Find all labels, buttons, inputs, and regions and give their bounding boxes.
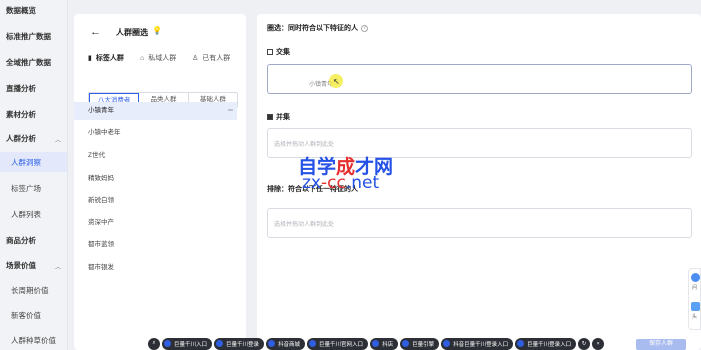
refresh-icon[interactable]: ↻ — [578, 337, 591, 350]
crowd-type-tabs: ▮ 标签人群 ⌂ 私域人群 ♙ 已有人群 — [88, 53, 238, 65]
nav-item-crowd-analysis[interactable]: 人群分析 — [6, 133, 36, 145]
nav-item-long-cycle-value[interactable]: 长周期价值 — [11, 285, 49, 297]
list-item[interactable]: 小镇青年 ═ — [74, 102, 237, 120]
search-icon[interactable]: ⌕ — [148, 337, 160, 350]
list-item[interactable]: 小镇中老年 — [74, 124, 237, 142]
watermark-line-2: zx-cc.net — [302, 173, 380, 193]
list-item[interactable]: 精致妈妈 — [74, 170, 237, 188]
nav-item-tag-plaza[interactable]: 标签广场 — [11, 183, 41, 195]
taskbar-item[interactable]: 抖音巨量千川登录入口 — [441, 337, 514, 350]
save-crowd-button[interactable]: 保存人群 — [636, 339, 686, 350]
left-nav: 数据概览 标准推广数据 全域推广数据 直播分析 素材分析 人群分析 ︿ 人群洞察… — [0, 0, 68, 350]
crowd-selection-panel: ← 人群圈选 💡 ▮ 标签人群 ⌂ 私域人群 ♙ 已有人群 八大消费者 品类人群 基础… — [74, 14, 246, 350]
exclude-placeholder: 选择并拖动人群到此处 — [274, 222, 335, 228]
list-item[interactable]: Z世代 — [74, 147, 237, 165]
nav-item-data-overview[interactable]: 数据概览 — [6, 5, 36, 17]
intersection-icon — [267, 49, 273, 56]
close-icon[interactable]: × — [592, 337, 605, 350]
assistant-label: 问 — [692, 285, 698, 291]
union-label: 并集 — [267, 112, 290, 122]
nav-item-seeding-value[interactable]: 人群种草价值 — [11, 335, 56, 347]
user-icon: ♙ — [192, 55, 199, 62]
intersection-drop-zone[interactable]: 小镇青年 ↖ — [267, 64, 692, 94]
back-arrow-icon[interactable]: ← — [90, 26, 101, 38]
panel-title: 人群圈选 — [116, 28, 148, 37]
list-item[interactable]: 新锐白领 — [74, 192, 237, 210]
nav-item-product-analysis[interactable]: 商品分析 — [6, 235, 36, 247]
app-icon — [309, 340, 317, 347]
nav-item-new-customer-value[interactable]: 新客价值 — [11, 310, 41, 322]
nav-item-scene-value[interactable]: 场景价值 — [6, 260, 36, 272]
app-icon — [443, 340, 451, 347]
builder-header: 圈选：同时符合以下特征的人? — [267, 24, 368, 32]
taskbar-item[interactable]: 巨量千川登录入口 — [515, 337, 577, 350]
app-icon — [402, 340, 410, 347]
assistant-icon[interactable] — [691, 273, 700, 282]
chevron-up-icon[interactable]: ︿ — [55, 135, 61, 144]
bookmark-taskbar: ⌕ 巨量千川入口 巨量千川登录 抖音商城 巨量千川官网入口 抖店 巨量引擎 抖音… — [148, 337, 605, 350]
app-icon — [216, 340, 224, 347]
nav-item-live-analysis[interactable]: 直播分析 — [6, 83, 36, 95]
taskbar-item[interactable]: 抖店 — [370, 337, 399, 350]
nav-item-material-analysis[interactable]: 素材分析 — [6, 109, 36, 121]
nav-item-standard-promo[interactable]: 标准推广数据 — [6, 31, 51, 43]
list-item[interactable]: 都市蓝领 — [74, 236, 237, 254]
home-icon: ⌂ — [140, 55, 145, 62]
tab-tag-crowd[interactable]: ▮ 标签人群 — [88, 53, 124, 63]
drag-handle-icon[interactable]: ═ — [228, 102, 233, 120]
tab-private-crowd[interactable]: ⌂ 私域人群 — [140, 53, 176, 63]
app-icon — [164, 340, 171, 347]
list-item[interactable]: 资深中产 — [74, 214, 237, 232]
tab-existing-crowd[interactable]: ♙ 已有人群 — [192, 53, 230, 63]
nav-item-global-promo[interactable]: 全域推广数据 — [6, 57, 51, 69]
chevron-up-icon[interactable]: ︿ — [55, 262, 61, 271]
exclude-drop-zone[interactable]: 选择并拖动人群到此处 — [267, 208, 692, 238]
nav-item-crowd-insight[interactable]: 人群洞察 — [11, 157, 41, 169]
taskbar-item[interactable]: 巨量千川入口 — [162, 337, 213, 350]
taskbar-item[interactable]: 巨量引擎 — [400, 337, 440, 350]
side-float-toolbar: 问 头 — [688, 268, 701, 330]
bookmark-icon: ▮ — [88, 55, 92, 62]
doc-label: 头 — [692, 314, 698, 320]
union-icon — [267, 114, 273, 121]
app-icon — [517, 340, 525, 347]
doc-icon[interactable] — [691, 302, 700, 311]
nav-item-crowd-list[interactable]: 人群列表 — [11, 209, 41, 221]
cursor-icon: ↖ — [333, 77, 340, 86]
help-icon[interactable]: ? — [361, 24, 368, 32]
list-item[interactable]: 都市银发 — [74, 259, 237, 277]
intersection-label: 交集 — [267, 47, 290, 57]
taskbar-item[interactable]: 巨量千川登录 — [214, 337, 265, 350]
taskbar-item[interactable]: 抖音商城 — [266, 337, 306, 350]
union-placeholder: 选择并拖动人群到此处 — [274, 142, 335, 148]
taskbar-item[interactable]: 巨量千川官网入口 — [307, 337, 369, 350]
lightbulb-icon[interactable]: 💡 — [152, 26, 162, 35]
app-icon — [372, 340, 380, 347]
app-icon — [268, 340, 276, 347]
